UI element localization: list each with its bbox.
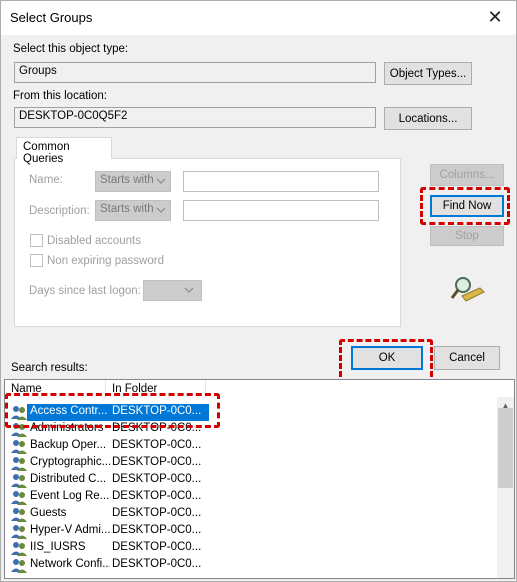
table-row[interactable]: Guests DESKTOP-0C0...	[8, 506, 498, 523]
row-folder: DESKTOP-0C0...	[112, 558, 202, 570]
description-input[interactable]	[183, 200, 379, 221]
group-icon	[11, 508, 27, 522]
name-mode-value: Starts with	[100, 174, 154, 186]
table-row[interactable]: IIS_IUSRS DESKTOP-0C0...	[8, 540, 498, 557]
find-now-highlight	[420, 187, 510, 225]
disabled-accounts-label: Disabled accounts	[47, 234, 141, 247]
location-field: DESKTOP-0C0Q5F2	[14, 107, 376, 128]
description-label: Description:	[29, 205, 90, 217]
locations-button[interactable]: Locations...	[384, 107, 472, 130]
search-results-label: Search results:	[11, 362, 88, 374]
scrollbar-thumb[interactable]	[498, 408, 513, 488]
tab-common-queries[interactable]: Common Queries	[16, 137, 112, 165]
group-icon	[11, 457, 27, 471]
cancel-button[interactable]: Cancel	[434, 346, 500, 370]
columns-button[interactable]: Columns...	[430, 164, 504, 186]
row-folder: DESKTOP-0C0...	[112, 473, 202, 485]
checkbox-box	[30, 234, 43, 247]
row-name: Network Confi...	[30, 558, 110, 570]
object-types-button[interactable]: Object Types...	[384, 62, 472, 85]
row-name: Event Log Re...	[30, 490, 110, 502]
table-row[interactable]: Distributed C... DESKTOP-0C0...	[8, 472, 498, 489]
close-icon[interactable]: ✕	[480, 4, 510, 30]
chevron-down-icon	[156, 207, 166, 213]
name-input[interactable]	[183, 171, 379, 192]
row-name: Distributed C...	[30, 473, 107, 485]
days-since-logon-label: Days since last logon:	[29, 285, 141, 297]
selected-row-highlight	[5, 393, 220, 428]
dialog-title: Select Groups	[10, 10, 93, 25]
row-folder: DESKTOP-0C0...	[112, 507, 202, 519]
group-icon	[11, 474, 27, 488]
chevron-down-icon	[184, 287, 194, 293]
row-folder: DESKTOP-0C0...	[112, 541, 202, 553]
disabled-accounts-checkbox[interactable]: Disabled accounts	[30, 234, 141, 247]
group-icon	[11, 542, 27, 556]
group-icon	[11, 440, 27, 454]
row-folder: DESKTOP-0C0...	[112, 524, 202, 536]
object-type-label: Select this object type:	[13, 43, 129, 55]
group-icon	[11, 525, 27, 539]
search-magnifier-icon	[450, 277, 485, 302]
description-mode-value: Starts with	[100, 203, 154, 215]
row-name: Cryptographic...	[30, 456, 110, 468]
days-since-logon-combo[interactable]	[143, 280, 202, 301]
table-row[interactable]: Backup Oper... DESKTOP-0C0...	[8, 438, 498, 455]
object-type-field: Groups	[14, 62, 376, 83]
row-name: Guests	[30, 507, 67, 519]
location-label: From this location:	[13, 90, 107, 102]
title-bar: Select Groups ✕	[1, 1, 516, 35]
table-row[interactable]: Hyper-V Admi... DESKTOP-0C0...	[8, 523, 498, 540]
row-name: IIS_IUSRS	[30, 541, 86, 553]
row-name: Hyper-V Admi...	[30, 524, 110, 536]
name-label: Name:	[29, 174, 63, 186]
row-folder: DESKTOP-0C0...	[112, 456, 202, 468]
table-row[interactable]: Cryptographic... DESKTOP-0C0...	[8, 455, 498, 472]
common-queries-panel: Name: Starts with Description: Starts wi…	[14, 158, 401, 327]
row-folder: DESKTOP-0C0...	[112, 439, 202, 451]
row-folder: DESKTOP-0C0...	[112, 490, 202, 502]
checkbox-box	[30, 254, 43, 267]
stop-button[interactable]: Stop	[430, 226, 504, 246]
non-expiring-password-label: Non expiring password	[47, 254, 164, 267]
group-icon	[11, 491, 27, 505]
table-row[interactable]: Network Confi... DESKTOP-0C0...	[8, 557, 498, 574]
table-row[interactable]: Event Log Re... DESKTOP-0C0...	[8, 489, 498, 506]
name-mode-combo[interactable]: Starts with	[95, 171, 171, 192]
group-icon	[11, 559, 27, 573]
non-expiring-password-checkbox[interactable]: Non expiring password	[30, 254, 164, 267]
description-mode-combo[interactable]: Starts with	[95, 200, 171, 221]
row-name: Backup Oper...	[30, 439, 107, 451]
chevron-down-icon	[156, 178, 166, 184]
select-groups-dialog: Select Groups ✕ Select this object type:…	[0, 0, 517, 582]
